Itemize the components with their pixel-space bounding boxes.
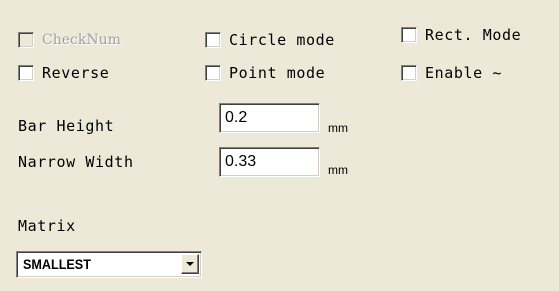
circle-mode-checkbox-label: Circle mode xyxy=(229,31,335,49)
point-mode-checkbox-label: Point mode xyxy=(229,64,326,82)
bar-height-input[interactable]: 0.2 xyxy=(219,103,320,133)
bar-height-label: Bar Height xyxy=(18,117,115,135)
rect-mode-checkbox-label: Rect. Mode xyxy=(425,26,522,44)
matrix-dropdown-button[interactable] xyxy=(181,254,199,274)
matrix-label: Matrix xyxy=(18,217,76,235)
matrix-select[interactable]: SMALLEST xyxy=(16,251,202,278)
enable-checkbox-label: Enable ~ xyxy=(425,64,503,82)
matrix-select-value: SMALLEST xyxy=(23,256,91,272)
narrow-width-input[interactable]: 0.33 xyxy=(219,147,320,177)
chevron-down-icon xyxy=(186,262,194,266)
checknum-checkbox-box[interactable] xyxy=(18,32,34,48)
bar-height-unit: mm xyxy=(328,121,348,135)
checknum-checkbox-label: CheckNum xyxy=(42,32,121,48)
reverse-checkbox[interactable]: Reverse xyxy=(18,62,109,84)
reverse-checkbox-label: Reverse xyxy=(42,64,110,82)
reverse-checkbox-box[interactable] xyxy=(18,65,34,81)
circle-mode-checkbox[interactable]: Circle mode xyxy=(205,29,335,51)
circle-mode-checkbox-box[interactable] xyxy=(205,32,221,48)
narrow-width-unit: mm xyxy=(328,163,348,177)
point-mode-checkbox-box[interactable] xyxy=(205,65,221,81)
enable-checkbox[interactable]: Enable ~ xyxy=(401,62,502,84)
point-mode-checkbox[interactable]: Point mode xyxy=(205,62,325,84)
rect-mode-checkbox[interactable]: Rect. Mode xyxy=(401,24,521,46)
narrow-width-label: Narrow Width xyxy=(18,153,134,171)
checknum-checkbox[interactable]: CheckNum xyxy=(18,29,121,51)
enable-checkbox-box[interactable] xyxy=(401,65,417,81)
rect-mode-checkbox-box[interactable] xyxy=(401,27,417,43)
